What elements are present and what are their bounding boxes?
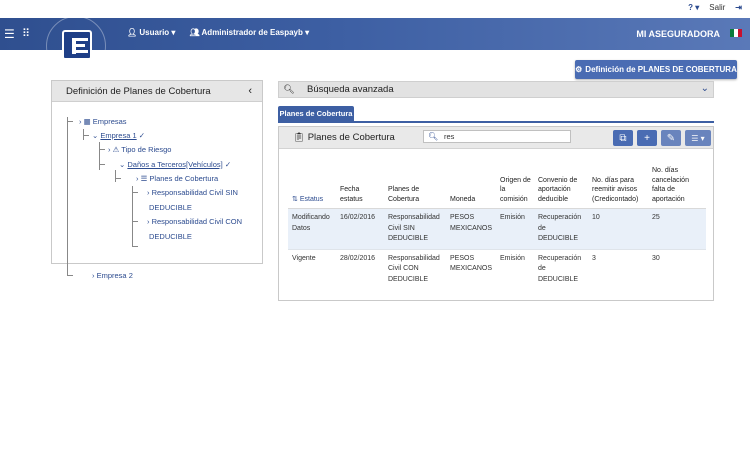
search-icon: 🔍︎: [283, 84, 295, 94]
cell-convenio: Recuperación de DEDUCIBLE: [534, 248, 588, 289]
salir-link[interactable]: Salir: [709, 3, 725, 12]
logout-icon[interactable]: ⇥: [735, 3, 742, 12]
help-icon[interactable]: ? ▾: [688, 3, 699, 12]
cell-origen: Emisión: [496, 208, 534, 249]
plans-table: ⇅ Estatus Fecha estatus Planes de Cobert…: [288, 166, 706, 289]
user-icon: 👤︎: [127, 28, 140, 37]
copy-icon: ⧉: [619, 132, 627, 144]
col-estatus[interactable]: ⇅ Estatus: [288, 166, 336, 209]
col-dias-cancelacion[interactable]: No. días cancelación falta de aportación: [648, 166, 706, 209]
top-strip: ? ▾ Salir ⇥: [0, 0, 750, 18]
apps-grid-icon[interactable]: ⠿: [22, 27, 30, 40]
cell-fecha: 28/02/2016: [336, 248, 384, 289]
building-icon: ▦: [83, 117, 91, 126]
list-menu-icon: ☰ ▾: [691, 133, 705, 143]
col-planes[interactable]: Planes de Cobertura: [384, 166, 446, 209]
chevron-right-icon: ›: [147, 217, 150, 226]
col-fecha[interactable]: Fecha estatus: [336, 166, 384, 209]
tree-item-empresa-2[interactable]: › Empresa 2: [92, 271, 133, 280]
cell-dias-cancelacion: 30: [648, 248, 706, 289]
list-icon: ☰: [140, 174, 148, 183]
cell-estatus: Modificando Datos: [288, 208, 336, 249]
hamburger-menu-icon[interactable]: ☰: [4, 27, 15, 41]
cell-convenio: Recuperación de DEDUCIBLE: [534, 208, 588, 249]
cell-moneda: PESOS MEXICANOS: [446, 248, 496, 289]
chevron-right-icon: ›: [108, 145, 111, 154]
advanced-search-label: Búsqueda avanzada: [307, 84, 394, 95]
tree-item-plan-sin-deducible-line2[interactable]: DEDUCIBLE: [149, 203, 192, 212]
tree-panel-title: Definición de Planes de Cobertura: [66, 85, 211, 97]
tree-item-planes-cobertura[interactable]: › ☰ Planes de Cobertura: [136, 174, 218, 183]
tree-item-empresas[interactable]: › ▦ Empresas: [79, 117, 127, 126]
cell-plan: Responsabilidad Civil SIN DEDUCIBLE: [384, 208, 446, 249]
table-row[interactable]: Modificando Datos 16/02/2016 Responsabil…: [288, 208, 706, 249]
col-origen[interactable]: Origen de la comisión: [496, 166, 534, 209]
cell-origen: Emisión: [496, 248, 534, 289]
chevron-right-icon: ›: [147, 188, 150, 197]
plus-icon: +: [644, 132, 650, 144]
tree-panel: Definición de Planes de Cobertura ‹ › ▦ …: [51, 80, 263, 280]
plans-card: 📋︎ Planes de Cobertura 🔍︎ res ⧉ + ✎ ☰ ▾ …: [278, 126, 714, 301]
search-icon: 🔍︎: [428, 132, 439, 141]
chevron-right-icon: ›: [79, 117, 82, 126]
mexico-flag-icon[interactable]: [730, 29, 742, 37]
sort-icon: ⇅: [292, 195, 298, 203]
chevron-down-icon[interactable]: ⌄: [701, 83, 709, 94]
warning-icon: ⚠: [112, 145, 120, 154]
edit-button[interactable]: ✎: [661, 130, 681, 146]
users-icon: 👥︎: [189, 28, 202, 37]
definition-button[interactable]: ⚙ Definición de PLANES DE COBERTURA: [575, 60, 737, 79]
advanced-search-bar[interactable]: 🔍︎ Búsqueda avanzada ⌄: [278, 81, 714, 98]
tree-item-danos-terceros[interactable]: ⌄ Daños a Terceros[Vehículos] ✓: [119, 160, 231, 169]
tree-item-empresa-1[interactable]: ⌄ Empresa 1 ✓: [92, 131, 145, 140]
cell-dias-cancelacion: 25: [648, 208, 706, 249]
app-header: ☰ ⠿ 👤︎ Usuario ▾ 👥︎ Administrador de Eas…: [0, 16, 750, 76]
app-logo: [62, 30, 92, 60]
col-convenio[interactable]: Convenio de aportación deducible: [534, 166, 588, 209]
cell-dias-reemitir: 10: [588, 208, 648, 249]
chevron-right-icon: ›: [136, 174, 139, 183]
tab-planes-cobertura[interactable]: Planes de Cobertura: [278, 106, 354, 121]
tree-item-tipo-riesgo[interactable]: › ⚠ Tipo de Riesgo: [108, 145, 171, 154]
tree-item-plan-con-deducible-line2[interactable]: DEDUCIBLE: [149, 232, 192, 241]
user-menu[interactable]: 👤︎ Usuario ▾: [127, 28, 175, 37]
options-menu-button[interactable]: ☰ ▾: [685, 130, 711, 146]
clipboard-icon: 📋︎: [293, 132, 306, 143]
tree-item-plan-sin-deducible[interactable]: › Responsabilidad Civil SIN: [147, 188, 238, 197]
chevron-right-icon: ›: [92, 271, 95, 280]
tree-item-plan-con-deducible[interactable]: › Responsabilidad Civil CON: [147, 217, 242, 226]
pencil-icon: ✎: [666, 132, 676, 144]
chevron-down-icon: ⌄: [92, 131, 99, 140]
insurer-name: MI ASEGURADORA: [636, 29, 720, 39]
card-title: 📋︎ Planes de Cobertura: [293, 132, 395, 143]
settings-icon: ⚙: [575, 65, 583, 74]
table-search-input[interactable]: 🔍︎ res: [423, 130, 571, 143]
cell-dias-reemitir: 3: [588, 248, 648, 289]
admin-menu[interactable]: 👥︎ Administrador de Easpayb ▾: [189, 28, 309, 37]
cell-moneda: PESOS MEXICANOS: [446, 208, 496, 249]
cell-fecha: 16/02/2016: [336, 208, 384, 249]
copy-button[interactable]: ⧉: [613, 130, 633, 146]
col-dias-reemitir[interactable]: No. días para reemitir avisos (Credicont…: [588, 166, 648, 209]
add-button[interactable]: +: [637, 130, 657, 146]
cell-plan: Responsabilidad Civil CON DEDUCIBLE: [384, 248, 446, 289]
chevron-down-icon: ⌄: [119, 160, 126, 169]
table-row[interactable]: Vigente 28/02/2016 Responsabilidad Civil…: [288, 248, 706, 289]
check-icon: ✓: [224, 160, 232, 169]
check-icon: ✓: [138, 131, 146, 140]
tab-underline: [278, 121, 714, 123]
cell-estatus: Vigente: [288, 248, 336, 289]
collapse-icon[interactable]: ‹: [248, 85, 252, 97]
col-moneda[interactable]: Moneda: [446, 166, 496, 209]
